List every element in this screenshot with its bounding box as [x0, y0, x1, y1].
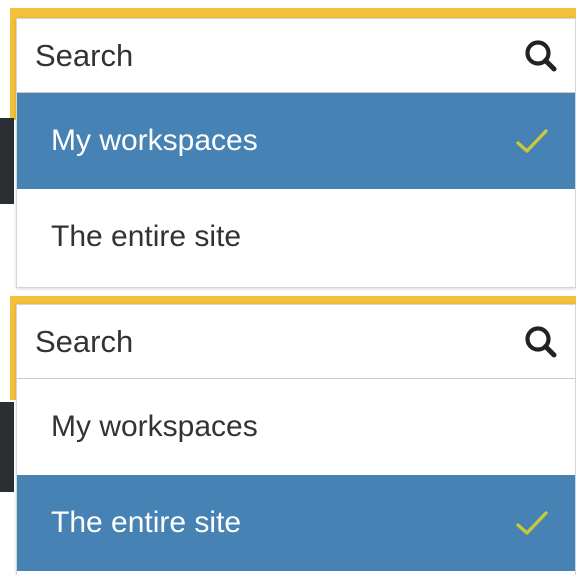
search-bar — [17, 19, 575, 93]
checkmark-icon — [516, 511, 548, 535]
scope-option-my-workspaces[interactable]: My workspaces — [17, 93, 575, 189]
search-scope-panel-1: My workspaces The entire site — [0, 0, 576, 290]
option-label: My workspaces — [51, 124, 258, 157]
search-scope-dropdown: My workspaces The entire site — [16, 304, 576, 575]
background-page-fragment — [0, 118, 14, 204]
checkmark-icon — [516, 129, 548, 153]
search-scope-dropdown: My workspaces The entire site — [16, 18, 576, 288]
search-input[interactable] — [17, 19, 475, 92]
search-scope-panel-2: My workspaces The entire site — [0, 290, 576, 575]
background-page-fragment — [0, 402, 14, 492]
search-bar — [17, 305, 575, 379]
scope-option-my-workspaces[interactable]: My workspaces — [17, 379, 575, 475]
scope-option-entire-site[interactable]: The entire site — [17, 189, 575, 285]
option-label: The entire site — [51, 506, 242, 539]
search-icon[interactable] — [521, 322, 561, 362]
option-label: My workspaces — [51, 410, 258, 443]
search-icon[interactable] — [521, 36, 561, 76]
search-input[interactable] — [17, 305, 475, 378]
scope-option-entire-site[interactable]: The entire site — [17, 475, 575, 571]
option-label: The entire site — [51, 220, 242, 253]
